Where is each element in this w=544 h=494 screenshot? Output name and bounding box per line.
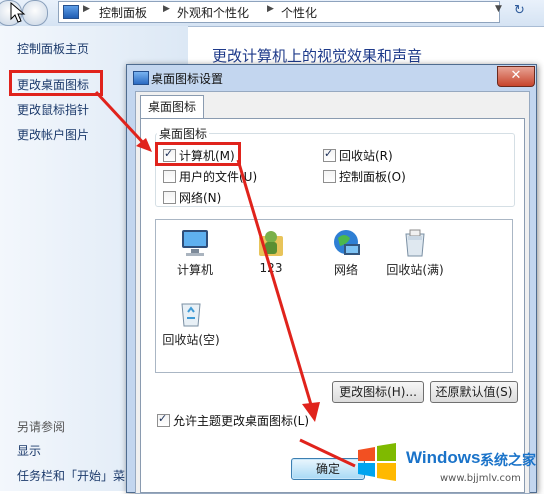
arrow-head (136, 138, 152, 152)
windows-logo-icon (358, 443, 396, 481)
arrow-line (94, 90, 150, 150)
arrow-head (302, 402, 320, 422)
watermark-site-name: 系统之家 (480, 453, 536, 469)
annotation-arrows (94, 90, 356, 468)
arrow-line (236, 159, 314, 409)
watermark-url: www.bjjmlv.com (440, 473, 521, 484)
mouse-cursor-icon (10, 2, 26, 23)
watermark-brand: Windows (406, 448, 481, 467)
arrow-line (299, 438, 356, 468)
watermark: Windows 系统之家 www.bjjmlv.com (350, 436, 544, 491)
